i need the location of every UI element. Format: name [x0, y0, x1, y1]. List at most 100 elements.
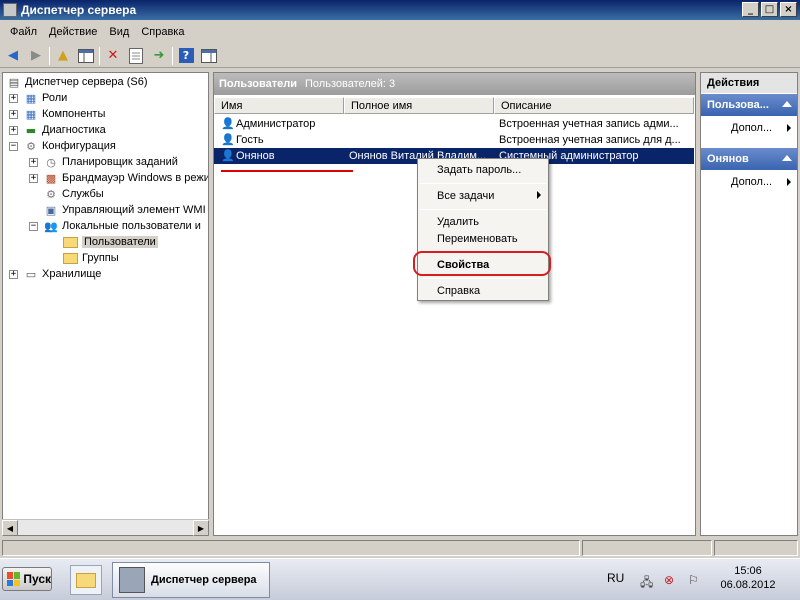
menu-help[interactable]: Справка: [135, 26, 190, 38]
delete-icon[interactable]: ✕: [103, 46, 123, 66]
app-icon: [3, 3, 17, 17]
tree-item-configuration[interactable]: ⚙ Конфигурация: [23, 138, 116, 154]
tree-label: Планировщик заданий: [62, 156, 178, 168]
tree-item-services[interactable]: ⚙ Службы: [43, 186, 104, 202]
clock-time: 15:06: [734, 565, 762, 577]
menu-item-all-tasks[interactable]: Все задачи: [419, 187, 547, 205]
users-icon: 👥: [44, 219, 58, 233]
taskbar-app-server-manager[interactable]: Диспетчер сервера: [112, 562, 270, 598]
tree-label: Компоненты: [42, 108, 106, 120]
cell-name: Гость: [236, 134, 264, 146]
cell-description: Встроенная учетная запись адми...: [499, 118, 679, 130]
taskbar-app-label: Диспетчер сервера: [151, 574, 257, 586]
scroll-right-icon[interactable]: ▶: [193, 520, 209, 536]
tree-label: Роли: [42, 92, 68, 104]
close-button[interactable]: ×: [780, 2, 797, 17]
submenu-arrow-icon: [537, 191, 541, 199]
flag-tray-icon[interactable]: ⚐: [688, 573, 704, 587]
expand-icon[interactable]: +: [9, 94, 18, 103]
scroll-left-icon[interactable]: ◀: [2, 520, 18, 536]
tree-item-firewall[interactable]: ▩ Брандмауэр Windows в режи: [43, 170, 209, 186]
language-indicator[interactable]: RU: [607, 571, 624, 585]
submenu-arrow-icon: [787, 178, 791, 186]
toolbar-separator: [172, 46, 173, 65]
server-icon: ▤: [8, 75, 20, 89]
up-folder-icon[interactable]: ▲: [53, 46, 73, 66]
user-icon: 👤: [221, 133, 235, 146]
tree-item-users[interactable]: Пользователи: [63, 234, 158, 250]
network-tray-icon[interactable]: 🖧: [640, 573, 656, 589]
expand-icon[interactable]: +: [29, 158, 38, 167]
explorer-quicklaunch-icon[interactable]: [70, 565, 102, 595]
menu-bar: Файл Действие Вид Справка: [0, 22, 800, 42]
menu-view[interactable]: Вид: [103, 26, 135, 38]
expand-icon[interactable]: +: [29, 174, 38, 183]
collapse-icon[interactable]: [782, 155, 792, 161]
user-icon: 👤: [221, 117, 235, 130]
firewall-icon: ▩: [45, 171, 57, 185]
column-header-name[interactable]: Имя: [214, 97, 344, 114]
actions-group-user[interactable]: Онянов: [701, 148, 797, 170]
features-icon: ▦: [25, 107, 37, 121]
column-header-fullname[interactable]: Полное имя: [344, 97, 494, 114]
menu-item-delete[interactable]: Удалить: [419, 213, 547, 231]
tree-item-roles[interactable]: ▦ Роли: [23, 90, 68, 106]
folder-icon: [76, 572, 96, 588]
menu-separator: [420, 183, 546, 184]
status-cell: [582, 540, 712, 556]
show-tree-icon[interactable]: [76, 46, 96, 66]
tree-label: Службы: [62, 188, 104, 200]
actions-more-user[interactable]: Допол...: [701, 173, 797, 191]
tree-item-features[interactable]: ▦ Компоненты: [23, 106, 106, 122]
clock[interactable]: 15:06 06.08.2012: [712, 564, 784, 592]
back-icon[interactable]: ◀: [3, 46, 23, 66]
tree-item-local-users-groups[interactable]: 👥 Локальные пользователи и: [43, 218, 201, 234]
export-icon[interactable]: ➜: [149, 46, 169, 66]
tree-item-storage[interactable]: ▭ Хранилище: [23, 266, 102, 282]
folder-icon: [63, 236, 78, 248]
actions-more-users[interactable]: Допол...: [701, 119, 797, 137]
show-action-pane-icon[interactable]: [199, 46, 219, 66]
window-title: Диспетчер сервера: [21, 3, 137, 17]
menu-item-help[interactable]: Справка: [419, 282, 547, 300]
expand-icon[interactable]: +: [9, 270, 18, 279]
expand-icon[interactable]: +: [9, 110, 18, 119]
table-row[interactable]: 👤 Администратор Встроенная учетная запис…: [214, 116, 694, 132]
gear-icon: ⚙: [46, 187, 56, 201]
help-icon[interactable]: ?: [176, 46, 196, 66]
column-header-description[interactable]: Описание: [494, 97, 694, 114]
status-cell: [2, 540, 580, 556]
collapse-icon[interactable]: −: [29, 222, 38, 231]
tree-item-groups[interactable]: Группы: [63, 250, 119, 266]
tree-label: Брандмауэр Windows в режи: [62, 172, 209, 184]
tree-item-wmi-control[interactable]: ▣ Управляющий элемент WMI: [43, 202, 206, 218]
actions-group-users[interactable]: Пользова...: [701, 94, 797, 116]
collapse-icon[interactable]: [782, 101, 792, 107]
table-row[interactable]: 👤 Гость Встроенная учетная запись для д.…: [214, 132, 694, 148]
actions-item-label: Допол...: [731, 122, 773, 134]
menu-item-rename[interactable]: Переименовать: [419, 230, 547, 248]
results-title: Пользователи: [219, 78, 298, 90]
tree-label: Диспетчер сервера (S6): [25, 76, 148, 88]
toolbar: ◀ ▶ ▲ ✕ ➜ ?: [0, 44, 800, 68]
tree-horizontal-scrollbar[interactable]: ◀ ▶: [2, 519, 209, 536]
tree-label: Конфигурация: [42, 140, 116, 152]
annotation-underline: [221, 170, 353, 172]
tree-item-task-scheduler[interactable]: ◷ Планировщик заданий: [43, 154, 178, 170]
minimize-button[interactable]: _: [742, 2, 759, 17]
tree-item-diagnostics[interactable]: ▬ Диагностика: [23, 122, 106, 138]
properties-icon[interactable]: [126, 46, 146, 66]
results-header: Пользователи Пользователей: 3: [214, 73, 695, 95]
start-button[interactable]: Пуск: [2, 567, 52, 591]
expand-icon[interactable]: +: [9, 126, 18, 135]
annotation-highlight-ring: [413, 251, 551, 276]
maximize-button[interactable]: □: [761, 2, 778, 17]
menu-action[interactable]: Действие: [43, 26, 103, 38]
menu-item-set-password[interactable]: Задать пароль...: [419, 161, 547, 179]
collapse-icon[interactable]: −: [9, 142, 18, 151]
forward-icon[interactable]: ▶: [26, 46, 46, 66]
taskbar: Пуск Диспетчер сервера RU 🖧 ⊗ ⚐ 15:06 06…: [0, 558, 800, 600]
tree-item-server-manager[interactable]: ▤ Диспетчер сервера (S6): [6, 74, 148, 90]
action-center-tray-icon[interactable]: ⊗: [664, 573, 680, 587]
menu-file[interactable]: Файл: [4, 26, 43, 38]
